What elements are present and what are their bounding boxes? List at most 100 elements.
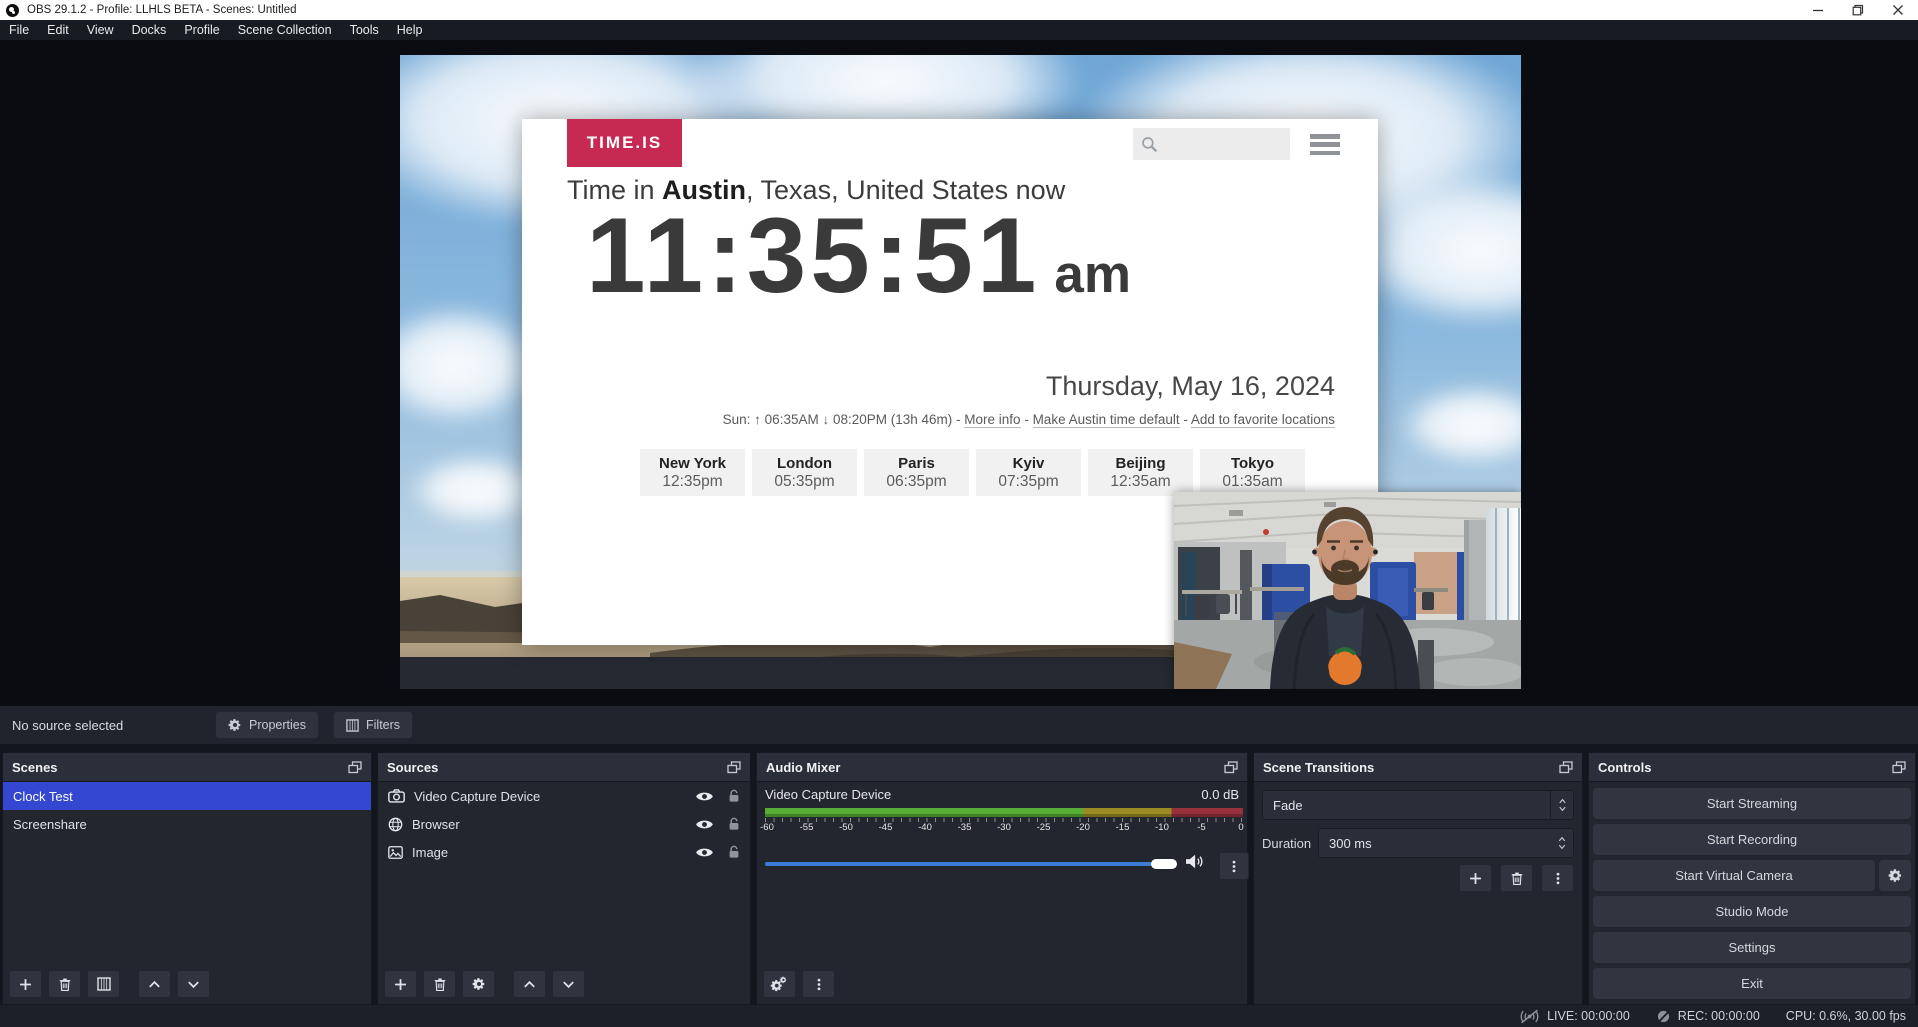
popout-icon[interactable] — [1892, 761, 1906, 774]
search-input[interactable] — [1133, 128, 1290, 160]
minimize-button[interactable] — [1798, 0, 1838, 20]
filters-button[interactable]: Filters — [333, 711, 413, 739]
virtual-camera-settings-button[interactable] — [1879, 860, 1911, 891]
transition-options-button[interactable] — [1541, 864, 1574, 892]
menu-bar: File Edit View Docks Profile Scene Colle… — [0, 20, 1918, 40]
remove-source-button[interactable] — [423, 970, 456, 998]
menu-scene-collection[interactable]: Scene Collection — [229, 20, 341, 40]
studio-mode-button[interactable]: Studio Mode — [1593, 896, 1911, 927]
eye-icon[interactable] — [695, 790, 714, 803]
filter-icon — [346, 719, 359, 732]
source-move-down-button[interactable] — [552, 970, 585, 998]
scene-move-up-button[interactable] — [138, 970, 171, 998]
make-default-link[interactable]: Make Austin time default — [1033, 412, 1180, 428]
popout-icon[interactable] — [348, 761, 362, 774]
trash-icon — [433, 977, 447, 992]
start-virtual-camera-button[interactable]: Start Virtual Camera — [1593, 860, 1875, 891]
eye-icon[interactable] — [695, 818, 714, 831]
menu-file[interactable]: File — [0, 20, 38, 40]
audio-mixer-dock: Audio Mixer Video Capture Device 0.0 dB … — [756, 752, 1248, 1005]
dots-icon — [1551, 871, 1565, 886]
chevron-down-icon — [1558, 806, 1567, 812]
source-move-up-button[interactable] — [513, 970, 546, 998]
speaker-icon[interactable] — [1185, 854, 1204, 869]
source-properties-button[interactable] — [462, 970, 495, 998]
popout-icon[interactable] — [1224, 761, 1238, 774]
cloud — [410, 455, 540, 525]
city-card-beijing[interactable]: Beijing 12:35am — [1088, 449, 1193, 496]
title-bar: OBS 29.1.2 - Profile: LLHLS BETA - Scene… — [0, 0, 1918, 20]
volume-slider-handle[interactable] — [1151, 859, 1177, 869]
gear-icon — [1888, 868, 1903, 883]
chevron-up-icon — [522, 977, 537, 992]
controls-header: Controls — [1589, 753, 1915, 782]
add-scene-button[interactable] — [9, 970, 42, 998]
lock-open-icon[interactable] — [728, 845, 740, 859]
chevron-down-icon — [1557, 844, 1567, 850]
hamburger-menu-icon[interactable] — [1310, 134, 1340, 155]
menu-profile[interactable]: Profile — [175, 20, 228, 40]
properties-button[interactable]: Properties — [215, 711, 319, 739]
source-item-image[interactable]: Image — [378, 838, 750, 866]
close-button[interactable] — [1878, 0, 1918, 20]
menu-edit[interactable]: Edit — [38, 20, 78, 40]
menu-tools[interactable]: Tools — [341, 20, 388, 40]
scene-canvas[interactable]: TIME.IS Time in Austin, Texas, United St… — [400, 55, 1521, 689]
menu-view[interactable]: View — [78, 20, 123, 40]
remove-scene-button[interactable] — [48, 970, 81, 998]
mixer-menu-button[interactable] — [802, 970, 835, 998]
city-card-kyiv[interactable]: Kyiv 07:35pm — [976, 449, 1081, 496]
eye-icon[interactable] — [695, 846, 714, 859]
restore-button[interactable] — [1838, 0, 1878, 20]
lock-open-icon[interactable] — [728, 789, 740, 803]
stream-off-icon — [1519, 1009, 1540, 1024]
camera-icon — [388, 789, 405, 803]
add-source-button[interactable] — [384, 970, 417, 998]
remove-transition-button[interactable] — [1500, 864, 1533, 892]
city-card-paris[interactable]: Paris 06:35pm — [864, 449, 969, 496]
lock-open-icon[interactable] — [728, 817, 740, 831]
sun-info-line: Sun: ↑ 06:35AM ↓ 08:20PM (13h 46m) - Mor… — [572, 412, 1335, 427]
scene-filters-button[interactable] — [87, 970, 120, 998]
scene-item-screenshare[interactable]: Screenshare — [3, 810, 371, 838]
duration-spinbox[interactable]: 300 ms — [1318, 828, 1574, 858]
clock-ampm: am — [1054, 245, 1131, 304]
settings-button[interactable]: Settings — [1593, 932, 1911, 963]
city-card-tokyo[interactable]: Tokyo 01:35am — [1200, 449, 1305, 496]
advanced-audio-button[interactable] — [763, 970, 796, 998]
duration-label: Duration — [1262, 828, 1311, 858]
cloud — [1400, 385, 1521, 465]
scene-item-clock-test[interactable]: Clock Test — [3, 782, 371, 810]
city-card-newyork[interactable]: New York 12:35pm — [640, 449, 745, 496]
add-transition-button[interactable] — [1459, 864, 1492, 892]
more-info-link[interactable]: More info — [964, 412, 1020, 428]
start-recording-button[interactable]: Start Recording — [1593, 824, 1911, 855]
menu-help[interactable]: Help — [388, 20, 432, 40]
transition-select-arrows[interactable] — [1550, 791, 1573, 819]
window-title: OBS 29.1.2 - Profile: LLHLS BETA - Scene… — [27, 4, 297, 16]
popout-icon[interactable] — [1559, 761, 1573, 774]
audio-mixer-body: Video Capture Device 0.0 dB -60 -55 -50 … — [757, 782, 1247, 1004]
city-card-london[interactable]: London 05:35pm — [752, 449, 857, 496]
clock-display: 11:35:51am — [586, 193, 1131, 317]
live-status: LIVE: 00:00:00 — [1519, 1009, 1630, 1024]
volume-slider[interactable] — [765, 858, 1177, 870]
start-streaming-button[interactable]: Start Streaming — [1593, 788, 1911, 819]
chevron-down-icon — [561, 977, 576, 992]
preview-area[interactable]: TIME.IS Time in Austin, Texas, United St… — [0, 40, 1918, 706]
scene-move-down-button[interactable] — [177, 970, 210, 998]
popout-icon[interactable] — [727, 761, 741, 774]
duration-spin-arrows[interactable] — [1551, 829, 1573, 857]
transition-select[interactable]: Fade — [1262, 790, 1574, 820]
mixer-options-button[interactable] — [1219, 852, 1249, 880]
menu-docks[interactable]: Docks — [123, 20, 176, 40]
exit-button[interactable]: Exit — [1593, 968, 1911, 999]
source-item-video-capture[interactable]: Video Capture Device — [378, 782, 750, 810]
source-item-browser[interactable]: Browser — [378, 810, 750, 838]
add-favorite-link[interactable]: Add to favorite locations — [1191, 412, 1335, 428]
volume-meter — [765, 808, 1243, 817]
cloud — [400, 305, 540, 425]
mixer-db-value: 0.0 dB — [1201, 787, 1239, 802]
webcam-overlay[interactable] — [1174, 492, 1521, 689]
chevron-down-icon — [186, 977, 201, 992]
